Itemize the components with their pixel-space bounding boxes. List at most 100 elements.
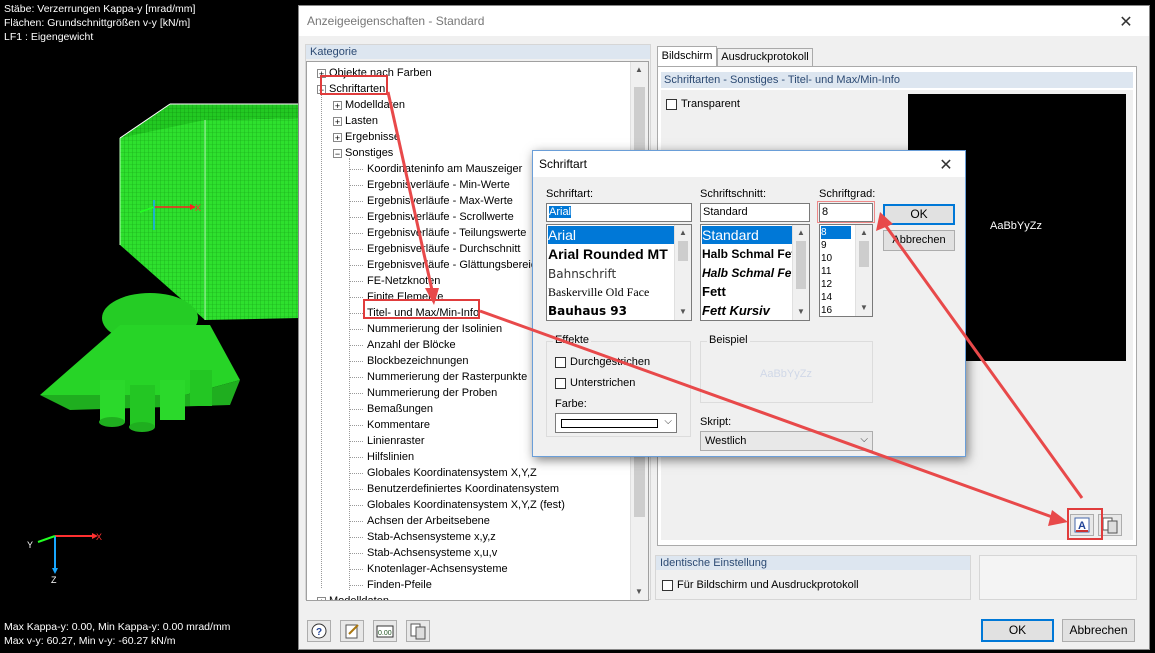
font-list-item[interactable]: Bahnschrift xyxy=(548,265,616,283)
size-list[interactable]: 8 9 10 11 12 14 16 ▲ ▼ xyxy=(819,224,873,317)
style-list-item[interactable]: Fett xyxy=(702,283,726,301)
size-list-item[interactable]: 8 xyxy=(821,226,851,239)
tree-item[interactable]: Bemaßungen xyxy=(367,402,433,416)
size-list-item[interactable]: 16 xyxy=(821,304,832,316)
tree-item[interactable]: Achsen der Arbeitsebene xyxy=(367,514,490,528)
style-list-item[interactable]: Fett Kursiv xyxy=(702,302,770,320)
color-select[interactable]: ⌵ xyxy=(555,413,677,433)
tree-item[interactable]: Ergebnisverläufe - Glättungsbereich xyxy=(367,258,542,272)
scroll-up-icon[interactable]: ▲ xyxy=(631,62,647,78)
tree-expander-icon[interactable]: + xyxy=(317,597,326,600)
tree-item[interactable]: Finden-Pfeile xyxy=(367,578,432,592)
font-ok-button[interactable]: OK xyxy=(883,204,955,225)
font-name-input[interactable]: Arial xyxy=(546,203,692,222)
cancel-button[interactable]: Abbrechen xyxy=(1062,619,1135,642)
ok-button[interactable]: OK xyxy=(981,619,1054,642)
tree-item[interactable]: Sonstiges xyxy=(345,146,393,160)
tree-item[interactable]: Ergebnisse xyxy=(345,130,400,144)
defaults-button[interactable] xyxy=(406,620,430,642)
scroll-up-icon[interactable]: ▲ xyxy=(793,225,809,241)
font-cancel-button[interactable]: Abbrechen xyxy=(883,230,955,251)
style-list-item[interactable]: Standard xyxy=(702,226,792,244)
tree-item[interactable]: Nummerierung der Proben xyxy=(367,386,497,400)
decimal-button[interactable]: 0.00 xyxy=(373,620,397,642)
scroll-thumb[interactable] xyxy=(678,241,688,261)
tree-item[interactable]: Globales Koordinatensystem X,Y,Z (fest) xyxy=(367,498,565,512)
tree-connector xyxy=(349,265,363,266)
scroll-down-icon[interactable]: ▼ xyxy=(856,300,872,316)
tree-connector xyxy=(349,185,363,186)
scroll-thumb[interactable] xyxy=(859,241,869,267)
size-list-scrollbar[interactable]: ▲ ▼ xyxy=(855,225,872,316)
tree-item[interactable]: Nummerierung der Rasterpunkte xyxy=(367,370,527,384)
size-list-item[interactable]: 12 xyxy=(821,278,832,291)
scroll-up-icon[interactable]: ▲ xyxy=(675,225,691,241)
tree-item[interactable]: Nummerierung der Isolinien xyxy=(367,322,502,336)
style-input[interactable]: Standard xyxy=(700,203,810,222)
tree-item[interactable]: Blockbezeichnungen xyxy=(367,354,469,368)
tree-item[interactable]: FE-Netzknoten xyxy=(367,274,440,288)
tree-item[interactable]: Ergebnisverläufe - Durchschnitt xyxy=(367,242,520,256)
tree-item[interactable]: Benutzerdefiniertes Koordinatensystem xyxy=(367,482,559,496)
font-list-item[interactable]: Bauhaus 93 xyxy=(548,302,627,320)
sample-label: Beispiel xyxy=(707,334,750,346)
scroll-up-icon[interactable]: ▲ xyxy=(856,225,872,241)
tree-expander-icon[interactable]: + xyxy=(333,101,342,111)
scroll-down-icon[interactable]: ▼ xyxy=(793,304,809,320)
size-list-item[interactable]: 9 xyxy=(821,239,827,252)
tree-item[interactable]: Kommentare xyxy=(367,418,430,432)
scroll-down-icon[interactable]: ▼ xyxy=(675,304,691,320)
identical-checkbox[interactable] xyxy=(662,580,673,591)
tree-connector xyxy=(349,158,350,590)
style-list-item[interactable]: Halb Schmal Fett xyxy=(702,245,799,263)
tree-item[interactable]: Ergebnisverläufe - Max-Werte xyxy=(367,194,513,208)
close-icon[interactable]: ✕ xyxy=(1111,12,1141,32)
font-list-item[interactable]: Arial Rounded MT xyxy=(548,245,668,263)
size-list-item[interactable]: 14 xyxy=(821,291,832,304)
tree-item[interactable]: Linienraster xyxy=(367,434,424,448)
tab-bildschirm[interactable]: Bildschirm xyxy=(657,46,717,67)
edit-button[interactable] xyxy=(340,620,364,642)
tree-item[interactable]: Knotenlager-Achsensysteme xyxy=(367,562,508,576)
font-list-item[interactable]: Baskerville Old Face xyxy=(548,283,649,301)
tree-expander-icon[interactable]: + xyxy=(333,133,342,143)
tree-connector xyxy=(349,361,363,362)
tree-item[interactable]: Ergebnisverläufe - Min-Werte xyxy=(367,178,510,192)
style-list[interactable]: Standard Halb Schmal Fett Halb Schmal Fe… xyxy=(700,224,810,321)
underline-checkbox[interactable] xyxy=(555,378,566,389)
tree-connector xyxy=(321,76,322,588)
tab-ausdruckprotokoll[interactable]: Ausdruckprotokoll xyxy=(717,48,813,67)
scroll-thumb[interactable] xyxy=(796,241,806,289)
size-highlight xyxy=(817,201,875,223)
tree-item[interactable]: Stab-Achsensysteme x,y,z xyxy=(367,530,496,544)
size-list-item[interactable]: 11 xyxy=(821,265,831,278)
tree-item[interactable]: Globales Koordinatensystem X,Y,Z xyxy=(367,466,537,480)
dialog-titlebar: Anzeigeeigenschaften - Standard ✕ xyxy=(299,6,1149,36)
transparent-checkbox[interactable] xyxy=(666,99,677,110)
tree-item[interactable]: Modelldaten xyxy=(329,594,389,600)
style-list-scrollbar[interactable]: ▲ ▼ xyxy=(792,225,809,320)
tree-item[interactable]: Modelldaten xyxy=(345,98,405,112)
tree-expander-icon[interactable]: + xyxy=(333,117,342,127)
tree-item[interactable]: Lasten xyxy=(345,114,378,128)
font-list-scrollbar[interactable]: ▲ ▼ xyxy=(674,225,691,320)
tree-item[interactable]: Anzahl der Blöcke xyxy=(367,338,456,352)
strike-checkbox[interactable] xyxy=(555,357,566,368)
font-list[interactable]: Arial Arial Rounded MT Bahnschrift Baske… xyxy=(546,224,692,321)
tree-item[interactable]: Hilfslinien xyxy=(367,450,414,464)
tree-item[interactable]: Ergebnisverläufe - Scrollwerte xyxy=(367,210,514,224)
tree-item[interactable]: Ergebnisverläufe - Teilungswerte xyxy=(367,226,526,240)
size-list-item[interactable]: 10 xyxy=(821,252,832,265)
tree-item[interactable]: Stab-Achsensysteme x,u,v xyxy=(367,546,497,560)
font-dialog-close-icon[interactable]: ✕ xyxy=(931,155,961,175)
tree-expander-icon[interactable]: − xyxy=(333,149,342,159)
font-list-item[interactable]: Arial xyxy=(548,226,674,244)
scroll-down-icon[interactable]: ▼ xyxy=(631,584,647,600)
help-button[interactable]: ? xyxy=(307,620,331,642)
tree-connector xyxy=(349,409,363,410)
script-select[interactable]: Westlich ⌵ xyxy=(700,431,873,451)
tree-connector xyxy=(349,505,363,506)
tree-connector xyxy=(349,169,363,170)
style-list-item[interactable]: Halb Schmal Fett xyxy=(702,264,799,282)
tree-item[interactable]: Koordinateninfo am Mauszeiger xyxy=(367,162,522,176)
